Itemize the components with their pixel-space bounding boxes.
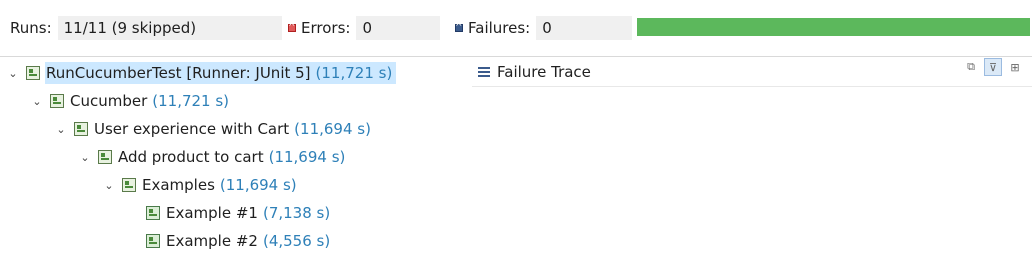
test-tree[interactable]: ⌄ RunCucumberTest [Runner: JUnit 5] (11,72… [0,57,470,254]
filter-stack-icon[interactable]: ⊽ [984,58,1002,76]
test-suite-icon [74,122,88,136]
failures-stat: Failures: 0 [455,16,633,40]
tree-leaf-item[interactable]: ⌄Example #2(4,556 s) [126,228,334,254]
tree-item-label: Add product to cart (11,694 s) [118,148,346,166]
tree-item-duration: (7,138 s) [262,204,331,222]
tree-item-duration: (11,721 s) [315,64,393,82]
tree-item-label: Cucumber (11,721 s) [70,92,230,110]
tree-item-duration: (11,694 s) [268,148,346,166]
tree-node-item[interactable]: ⌄ Add product to cart (11,694 s) [78,144,349,170]
tree-item-label: Example #1 (7,138 s) [166,204,331,222]
failure-icon [455,19,463,32]
trace-divider [472,86,1032,87]
test-case-icon [146,206,160,220]
chevron-down-icon[interactable]: ⌄ [78,144,92,170]
tree-node-item[interactable]: ⌄ RunCucumberTest [Runner: JUnit 5] (11,72… [6,60,397,86]
tree-node-item[interactable]: ⌄ Cucumber (11,721 s) [30,88,233,114]
tree-item-label: User experience with Cart (11,694 s) [94,120,371,138]
test-suite-icon [98,150,112,164]
test-case-icon [146,234,160,248]
test-progress-bar [637,18,1030,36]
tree-node-item[interactable]: ⌄ User experience with Cart (11,694 s) [54,116,375,142]
tree-node-item[interactable]: ⌄ Examples (11,694 s) [102,172,301,198]
failure-trace-title: Failure Trace [497,63,591,81]
tree-item-duration: (11,694 s) [219,176,297,194]
progress-fill [637,18,1030,36]
test-suite-icon [122,178,136,192]
failures-label: Failures: [468,19,531,37]
runs-stat: Runs: 11/11 (9 skipped) [10,16,282,40]
chevron-down-icon[interactable]: ⌄ [102,172,116,198]
errors-label: Errors: [301,19,351,37]
tree-item-label: RunCucumberTest [Runner: JUnit 5] (11,721… [45,62,397,84]
chevron-down-icon[interactable]: ⌄ [30,88,44,114]
test-suite-icon [26,66,40,80]
chevron-down-icon[interactable]: ⌄ [6,60,20,86]
error-icon [288,19,296,32]
runs-value: 11/11 (9 skipped) [57,16,282,40]
errors-value: 0 [356,16,441,40]
runs-label: Runs: [10,19,52,37]
failure-trace-header: Failure Trace [478,60,591,84]
test-suite-icon [50,94,64,108]
pin-trace-icon[interactable]: ⊞ [1006,58,1024,76]
stack-trace-icon [478,65,490,79]
chevron-down-icon[interactable]: ⌄ [54,116,68,142]
tree-item-duration: (4,556 s) [262,232,331,250]
tree-item-duration: (11,721 s) [152,92,230,110]
tree-item-label: Examples (11,694 s) [142,176,297,194]
tree-item-duration: (11,694 s) [294,120,371,138]
trace-toolbar: ⧉ ⊽ ⊞ [962,58,1024,76]
tree-item-label: Example #2 (4,556 s) [166,232,331,250]
failures-value: 0 [536,16,633,40]
compare-results-icon[interactable]: ⧉ [962,58,980,76]
test-stats-bar: Runs: 11/11 (9 skipped) Errors: 0 Failur… [0,0,1032,57]
errors-stat: Errors: 0 [288,16,441,40]
tree-leaf-item[interactable]: ⌄Example #1(7,138 s) [126,200,334,226]
